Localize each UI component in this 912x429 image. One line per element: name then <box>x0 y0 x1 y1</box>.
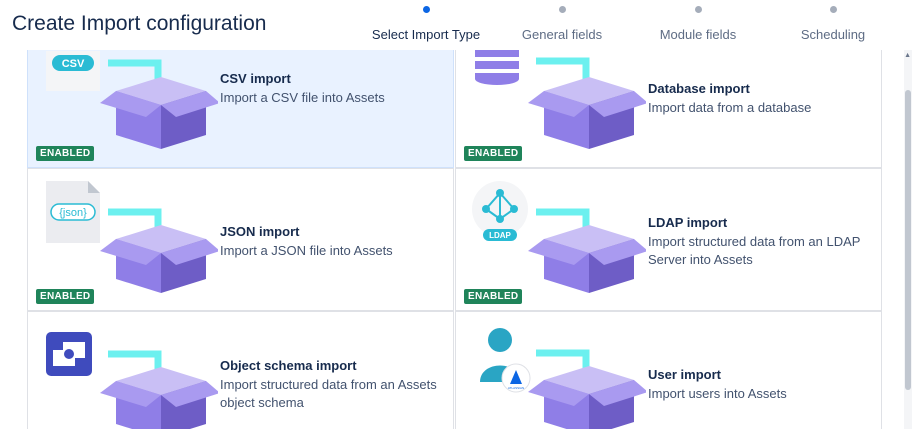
step-dot-icon <box>558 6 566 13</box>
csv-tag-icon: CSV <box>52 55 94 71</box>
svg-text:{json}: {json} <box>59 207 87 219</box>
card-name: Object schema import <box>220 358 357 373</box>
step-dot-icon <box>422 6 430 13</box>
import-card-database[interactable]: Database import Import data from a datab… <box>455 50 882 168</box>
database-import-illustration <box>475 50 646 149</box>
box-icon <box>528 366 646 429</box>
box-icon <box>528 77 646 149</box>
object-schema-import-illustration <box>46 332 218 429</box>
card-description: Import users into Assets <box>648 386 787 401</box>
scrollbar-thumb[interactable] <box>905 90 911 390</box>
svg-text:LDAP: LDAP <box>489 231 511 240</box>
step-dot-icon <box>694 6 702 13</box>
csv-import-illustration: CSV <box>46 51 218 149</box>
card-name: User import <box>648 367 721 382</box>
vertical-scrollbar[interactable] <box>904 50 912 429</box>
step-dot-icon <box>829 6 837 13</box>
svg-text:ATLASSIAN: ATLASSIAN <box>508 386 524 390</box>
card-name: Database import <box>648 81 750 96</box>
import-card-ldap[interactable]: LDAP LDAP import Import structured data … <box>455 168 882 311</box>
ldap-import-illustration: LDAP <box>472 181 646 293</box>
card-description: Import a JSON file into Assets <box>220 243 393 258</box>
box-icon <box>100 77 218 149</box>
card-description: Import structured data from an Assets ob… <box>220 377 437 410</box>
page-title: Create Import configuration <box>12 12 267 35</box>
step-label: Module fields <box>659 27 737 42</box>
json-import-illustration: {json} <box>46 181 218 293</box>
step-label: Scheduling <box>800 27 866 42</box>
status-badge: ENABLED <box>36 146 95 161</box>
database-icon <box>475 50 519 85</box>
status-badge: ENABLED <box>36 289 95 304</box>
box-icon <box>528 225 646 293</box>
object-schema-icon <box>46 332 92 376</box>
json-file-icon: {json} <box>46 181 100 243</box>
status-badge: ENABLED <box>464 289 523 304</box>
scroll-up-icon[interactable]: ▲ <box>904 52 911 59</box>
user-import-illustration: ATLASSIAN <box>480 328 646 429</box>
box-icon <box>100 225 218 293</box>
card-name: LDAP import <box>648 215 728 230</box>
status-badge: ENABLED <box>464 146 523 161</box>
ldap-network-icon: LDAP <box>472 181 528 241</box>
card-name: CSV import <box>220 71 291 86</box>
box-icon <box>100 367 218 429</box>
card-description: Import structured data from an LDAP Serv… <box>648 234 861 267</box>
import-card-object-schema[interactable]: Object schema import Import structured d… <box>27 311 454 429</box>
card-name: JSON import <box>220 224 300 239</box>
step-label: General fields <box>521 27 603 42</box>
user-atlassian-icon: ATLASSIAN <box>480 328 531 393</box>
import-card-user[interactable]: ATLASSIAN User import Import users into … <box>455 311 882 429</box>
card-description: Import a CSV file into Assets <box>220 90 385 105</box>
card-description: Import data from a database <box>648 100 812 115</box>
step-label: Select Import Type <box>371 27 481 42</box>
wizard-header: Create Import configuration Select Impor… <box>0 0 912 50</box>
import-card-csv[interactable]: CSV CSV import Import a CSV file into As… <box>27 50 454 168</box>
svg-text:CSV: CSV <box>62 58 85 70</box>
import-type-grid: CSV CSV import Import a CSV file into As… <box>27 50 884 429</box>
import-card-json[interactable]: {json} JSON import Import a JSON file in… <box>27 168 454 311</box>
